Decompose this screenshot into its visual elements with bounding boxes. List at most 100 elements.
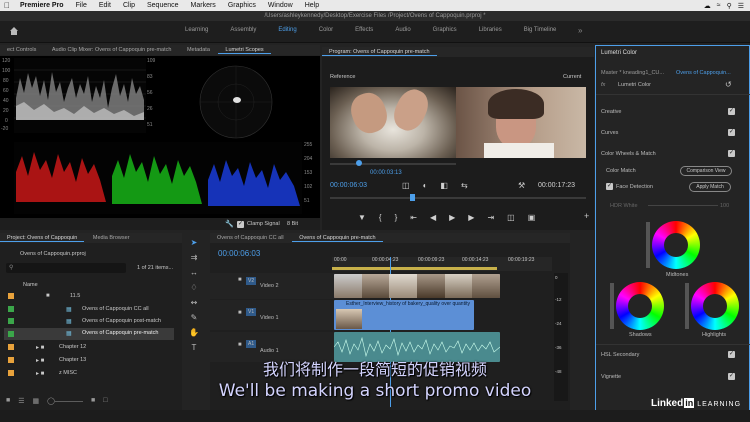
timeline-timecode[interactable]: 00:00:06:03 — [218, 249, 260, 258]
more-workspaces-icon[interactable]: » — [578, 26, 582, 35]
list-item[interactable]: Ovens of Cappoquin post-match — [82, 318, 161, 324]
program-timeline-bar[interactable] — [330, 197, 586, 199]
mark-out-icon[interactable]: } — [395, 213, 398, 222]
hdr-white-value[interactable]: 100 — [720, 203, 729, 209]
workspace-graphics[interactable]: Graphics — [422, 27, 468, 33]
program-monitor-title[interactable]: Program: Ovens of Cappoquin pre-match — [322, 49, 437, 56]
reference-scrubber[interactable] — [330, 163, 456, 165]
side-by-side-icon[interactable]: ◫ — [402, 181, 410, 190]
master-clip-label[interactable]: Master * kneading1_CU... — [601, 70, 664, 76]
go-to-out-icon[interactable]: ⇥ — [487, 213, 494, 222]
fx-effect-name[interactable]: Lumetri Color — [618, 82, 651, 88]
list-icon[interactable]: ☰ — [738, 2, 744, 10]
menu-window[interactable]: Window — [262, 2, 299, 9]
reset-icon[interactable]: ↺ — [725, 80, 732, 89]
menu-markers[interactable]: Markers — [185, 2, 222, 9]
menu-edit[interactable]: Edit — [93, 2, 117, 9]
menu-sequence[interactable]: Sequence — [141, 2, 185, 9]
creative-cloud-icon[interactable]: ☁ — [704, 2, 711, 10]
wifi-icon[interactable]: ≈ — [717, 2, 721, 10]
home-icon[interactable] — [9, 26, 19, 36]
v1-interview-clip[interactable]: Esther_Interview_history of bakery_quali… — [334, 300, 474, 330]
curves-enable-checkbox[interactable]: ✓ — [728, 129, 735, 136]
selection-tool-icon[interactable]: ➤ — [191, 238, 198, 247]
midtones-slider[interactable] — [646, 222, 650, 268]
program-playhead[interactable] — [410, 194, 415, 201]
tab-audio-clip-mixer[interactable]: Audio Clip Mixer: Ovens of Cappoquin pre… — [45, 47, 179, 53]
menu-file[interactable]: File — [70, 2, 93, 9]
playhead-timecode[interactable]: 00:00:06:03 — [330, 182, 367, 189]
pen-tool-icon[interactable]: ✎ — [191, 313, 198, 322]
clamp-signal-checkbox[interactable]: ✓ — [237, 221, 244, 228]
lock-icon[interactable]: ■ — [238, 342, 242, 348]
slip-tool-icon[interactable]: ↭ — [191, 298, 198, 307]
toggle-view-icon[interactable]: ◐ — [423, 181, 428, 190]
creative-enable-checkbox[interactable]: ✓ — [728, 108, 735, 115]
track-target-v2[interactable]: V2 — [246, 277, 257, 285]
shadows-wheel[interactable] — [616, 282, 664, 330]
list-item[interactable]: Ovens of Cappoquin CC all — [82, 306, 149, 312]
workspace-assembly[interactable]: Assembly — [219, 27, 267, 33]
project-search-input[interactable] — [6, 263, 126, 273]
workspace-audio[interactable]: Audio — [384, 27, 421, 33]
highlights-wheel[interactable] — [691, 282, 739, 330]
add-marker-icon[interactable]: ▼ — [358, 213, 366, 222]
face-detection-checkbox[interactable]: ✓ — [606, 183, 613, 190]
menu-graphics[interactable]: Graphics — [222, 2, 262, 9]
go-to-in-icon[interactable]: ⇤ — [410, 213, 417, 222]
shadows-slider[interactable] — [610, 283, 614, 329]
razor-tool-icon[interactable]: ♢ — [190, 283, 197, 292]
add-button-icon[interactable]: + — [584, 211, 589, 221]
tab-project[interactable]: Project: Ovens of Cappoquin — [0, 235, 85, 242]
play-icon[interactable]: ▶ — [449, 213, 455, 222]
bit-depth-select[interactable]: 8 Bit — [287, 221, 298, 227]
ripple-edit-icon[interactable]: ↔ — [190, 268, 198, 277]
tab-sequence-cc-all[interactable]: Ovens of Cappoquin CC all — [210, 235, 291, 241]
timeline-ruler[interactable]: 00:00 00:00:04:23 00:00:09:23 00:00:14:2… — [332, 257, 552, 271]
tab-metadata[interactable]: Metadata — [180, 47, 217, 53]
comparison-view-button[interactable]: Comparison View — [680, 166, 732, 176]
workspace-learning[interactable]: Learning — [174, 27, 219, 33]
export-frame-icon[interactable]: ▣ — [528, 213, 536, 222]
settings-wrench-icon[interactable]: ⚒ — [518, 181, 525, 190]
sequence-clip-label[interactable]: Ovens of Cappoquin... — [676, 70, 731, 76]
workspace-color[interactable]: Color — [308, 27, 344, 33]
insert-icon[interactable]: ◫ — [507, 213, 515, 222]
mark-in-icon[interactable]: { — [379, 213, 382, 222]
track-target-a1[interactable]: A1 — [246, 340, 257, 348]
apply-match-button[interactable]: Apply Match — [689, 182, 731, 192]
reference-playhead[interactable] — [356, 160, 362, 166]
app-menu[interactable]: Premiere Pro — [14, 2, 70, 9]
wrench-icon[interactable]: 🔧 — [225, 220, 234, 228]
list-item[interactable]: Ovens of Cappoquin pre-match — [82, 330, 158, 336]
step-forward-icon[interactable]: ▶ — [468, 213, 474, 222]
section-curves[interactable]: Curves — [601, 130, 618, 136]
list-item[interactable]: 11.5 — [70, 293, 80, 299]
menu-clip[interactable]: Clip — [117, 2, 141, 9]
highlights-slider[interactable] — [685, 283, 689, 329]
type-tool-icon[interactable]: T — [192, 343, 197, 352]
name-column-header[interactable]: Name — [23, 282, 38, 288]
tab-effect-controls[interactable]: ect Controls — [0, 47, 43, 53]
tab-sequence-pre-match[interactable]: Ovens of Cappoquin pre-match — [292, 235, 383, 242]
workspace-editing[interactable]: Editing — [267, 27, 307, 33]
hdr-white-slider[interactable] — [648, 205, 718, 206]
wheels-enable-checkbox[interactable]: ✓ — [728, 150, 735, 157]
menu-help[interactable]: Help — [299, 2, 325, 9]
split-icon[interactable]: ◧ — [440, 181, 448, 190]
swap-icon[interactable]: ⇆ — [461, 181, 468, 190]
search-icon[interactable]: ⚲ — [727, 2, 732, 10]
midtones-wheel[interactable] — [652, 221, 700, 269]
list-item[interactable]: Chapter 12 — [59, 344, 86, 350]
v2-clip-strip[interactable] — [334, 274, 500, 298]
step-back-icon[interactable]: ◀ — [430, 213, 436, 222]
section-color-wheels[interactable]: Color Wheels & Match — [601, 151, 656, 157]
section-creative[interactable]: Creative — [601, 109, 621, 115]
tab-lumetri-scopes[interactable]: Lumetri Scopes — [218, 47, 271, 54]
work-area-bar[interactable] — [332, 267, 497, 270]
workspace-libraries[interactable]: Libraries — [468, 27, 513, 33]
hand-tool-icon[interactable]: ✋ — [189, 328, 199, 337]
workspace-big-timeline[interactable]: Big Timeline — [513, 27, 568, 33]
track-target-v1[interactable]: V1 — [246, 308, 257, 316]
apple-icon[interactable]:  — [0, 1, 14, 10]
